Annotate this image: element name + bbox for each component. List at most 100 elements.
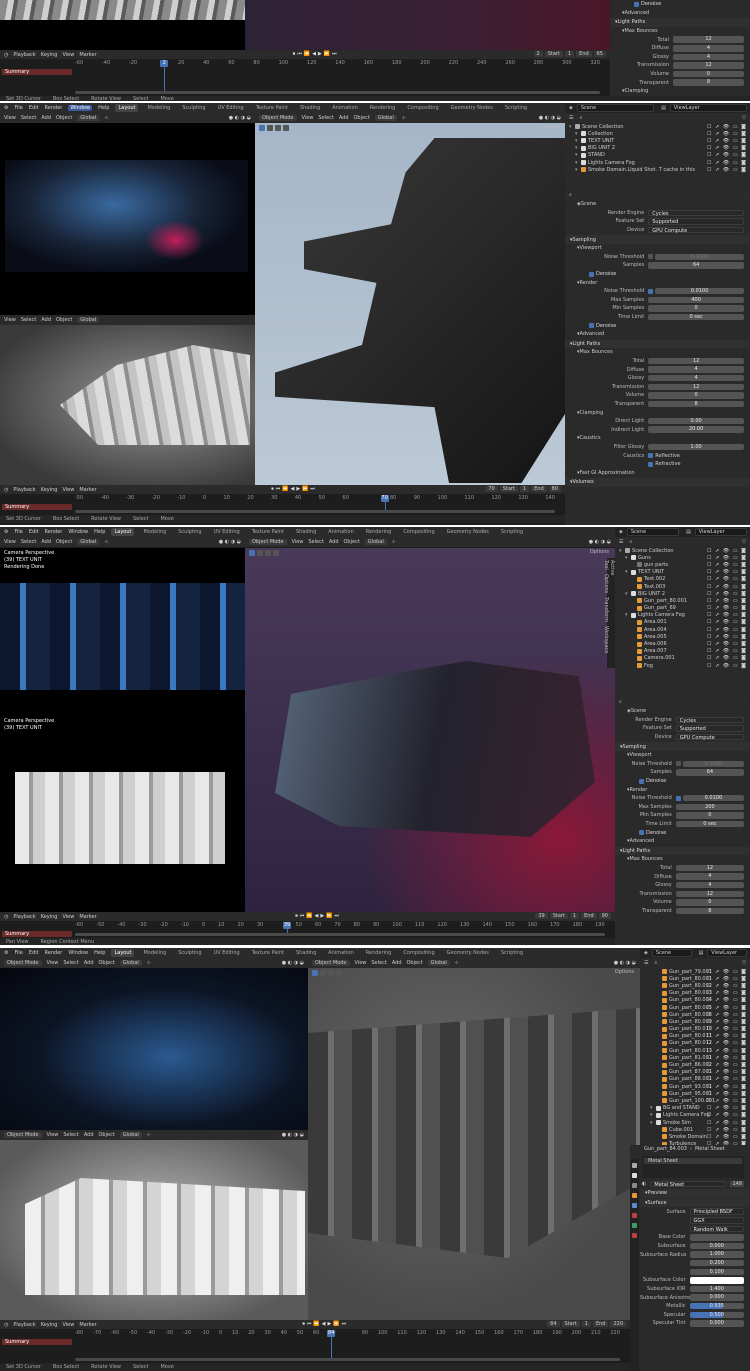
- current-frame-indicator[interactable]: 2: [160, 60, 169, 67]
- clay-viewport[interactable]: Object Mode View Select Add Object Global ⊹ ● ◐…: [0, 1130, 308, 1320]
- outliner-item[interactable]: ▾ TEXT UNIT ☐ ➚ 👁 ▭ ◙: [615, 569, 750, 576]
- transform-orientation-dropdown[interactable]: Global: [77, 539, 100, 545]
- number-field[interactable]: 12: [648, 383, 744, 391]
- property-glossy[interactable]: Glossy 4: [565, 374, 750, 383]
- checkbox-icon[interactable]: [675, 761, 681, 767]
- menu-window[interactable]: Window: [68, 529, 88, 535]
- section-header-sampling[interactable]: ▾ Sampling: [565, 235, 750, 244]
- dropdown[interactable]: Supported: [675, 725, 744, 732]
- outliner-item[interactable]: Gun_part_80.004 ☐ ➚ 👁 ▭ ◙: [640, 997, 750, 1004]
- checkbox-denoise[interactable]: Denoise: [565, 321, 750, 330]
- outliner-item[interactable]: Gun_part_86.002 ☐ ➚ 👁 ▭ ◙: [640, 1061, 750, 1068]
- section-header-light-paths[interactable]: ▾ Light Paths: [610, 18, 750, 27]
- outliner-item[interactable]: ▾ STAND ☐ ➚ 👁 ▭ ◙: [565, 152, 750, 159]
- property-feature-set[interactable]: Feature Set Supported: [615, 724, 750, 733]
- number-field[interactable]: 0: [673, 70, 744, 78]
- blender-logo-icon[interactable]: ⚙: [4, 529, 8, 535]
- outliner-item[interactable]: ▾ Guns ☐ ➚ 👁 ▭ ◙: [615, 554, 750, 561]
- property-subsurface-anisotropy[interactable]: Subsurface Anisotropy 0.000: [640, 1293, 750, 1302]
- outliner-item[interactable]: Area.007 ☐ ➚ 👁 ▭ ◙: [615, 648, 750, 655]
- tab-geometry-nodes[interactable]: Geometry Nodes: [444, 528, 492, 536]
- frame-ruler[interactable]: -50 -40 -30 -20 -10 0 10 20 30 40 50 60 7080 90 100 110…: [75, 495, 555, 502]
- visibility-toggles-icon[interactable]: ☐ ➚ 👁 ▭ ◙: [707, 1055, 747, 1061]
- property-direct-light[interactable]: Direct Light 0.00: [565, 417, 750, 426]
- scene-selector[interactable]: Scene: [626, 528, 680, 536]
- search-icon[interactable]: ⌕: [629, 539, 632, 545]
- section-header-preview[interactable]: ▾ Preview: [640, 1189, 750, 1198]
- property-specular-tint[interactable]: Specular Tint 0.000: [640, 1319, 750, 1328]
- number-field[interactable]: 0: [675, 899, 744, 906]
- subpanel-header-caustics[interactable]: ▾ Caustics: [565, 434, 750, 443]
- timeline[interactable]: ◷ Playback Keying View Marker ⏹ ⏮ ⏪ ◀ ▶ ⏩ ⏭ 84 Start 1…: [0, 1320, 630, 1363]
- outliner-item[interactable]: Text.002 ☐ ➚ 👁 ▭ ◙: [615, 576, 750, 583]
- view-menu[interactable]: View: [62, 487, 74, 493]
- add-menu[interactable]: Add: [41, 539, 51, 545]
- outliner-item[interactable]: Cube.001 ☐ ➚ 👁 ▭ ◙: [640, 1126, 750, 1133]
- section-header-surface[interactable]: ▾ Surface: [640, 1198, 750, 1208]
- current-frame-field[interactable]: 70: [485, 486, 498, 492]
- checkbox-denoise[interactable]: Denoise: [615, 828, 750, 837]
- visibility-toggles-icon[interactable]: ☐ ➚ 👁 ▭ ◙: [707, 655, 747, 661]
- property-glossy[interactable]: Glossy 4: [610, 53, 750, 62]
- tab-sculpting[interactable]: Sculpting: [175, 528, 204, 536]
- property-max-samples[interactable]: Max Samples 400: [565, 296, 750, 305]
- add-menu[interactable]: Add: [41, 115, 51, 121]
- property-diffuse[interactable]: Diffuse 4: [610, 44, 750, 53]
- checkbox-icon[interactable]: [634, 1, 639, 7]
- menu-file[interactable]: File: [14, 529, 22, 535]
- sidebar-tab[interactable]: Transform: [603, 597, 609, 622]
- keying-menu[interactable]: Keying: [41, 52, 58, 58]
- editor-type-icon[interactable]: ◷: [4, 487, 8, 493]
- filter-icon[interactable]: ▽: [742, 115, 746, 121]
- properties-tab-icon[interactable]: [632, 1213, 637, 1218]
- view-menu[interactable]: View: [4, 115, 16, 121]
- tab-sculpting[interactable]: Sculpting: [179, 104, 208, 112]
- property-min-samples[interactable]: Min Samples 0: [615, 811, 750, 820]
- number-field[interactable]: 0.00: [648, 417, 744, 425]
- main-3d-viewport[interactable]: Options: [308, 968, 640, 1320]
- search-icon[interactable]: ⌕: [654, 960, 657, 966]
- tab-modeling[interactable]: Modeling: [144, 104, 173, 112]
- outliner-item[interactable]: Gun_part_80.009 ☐ ➚ 👁 ▭ ◙: [640, 1018, 750, 1025]
- subpanel-header-advanced[interactable]: ▾ Advanced: [615, 837, 750, 846]
- select-menu[interactable]: Select: [63, 1132, 78, 1138]
- outliner-item[interactable]: Area.006 ☐ ➚ 👁 ▭ ◙: [615, 640, 750, 647]
- timeline-scrollbar[interactable]: [75, 510, 555, 513]
- view-menu[interactable]: View: [4, 539, 16, 545]
- number-field[interactable]: 64: [648, 262, 744, 269]
- outliner-item[interactable]: Gun_part_81.001 ☐ ➚ 👁 ▭ ◙: [640, 1054, 750, 1061]
- visibility-toggles-icon[interactable]: ☐ ➚ 👁 ▭ ◙: [707, 619, 747, 625]
- sidebar-tab[interactable]: Workspace: [603, 626, 609, 653]
- menu-file[interactable]: File: [14, 105, 22, 111]
- shading-modes[interactable]: ● ◐ ◑ ◒: [614, 960, 636, 966]
- property-base-color[interactable]: Base Color: [640, 1233, 750, 1242]
- number-field[interactable]: 200: [675, 803, 744, 811]
- property-noise-threshold[interactable]: Noise Threshold 0.0100: [565, 287, 750, 296]
- visibility-toggles-icon[interactable]: ☐ ➚ 👁 ▭ ◙: [707, 598, 747, 604]
- subpanel-header-fast-gi-approximation[interactable]: ▾ Fast GI Approximation: [565, 468, 750, 477]
- tab-scripting[interactable]: Scripting: [498, 949, 526, 957]
- visibility-toggles-icon[interactable]: ☐ ➚ 👁 ▭ ◙: [707, 627, 747, 633]
- expand-arrow-icon[interactable]: ▾: [569, 124, 573, 130]
- property-subsurface-ior[interactable]: Subsurface IOR 1.400: [640, 1285, 750, 1294]
- visibility-toggles-icon[interactable]: ☐ ➚ 👁 ▭ ◙: [707, 1005, 747, 1011]
- number-field[interactable]: 8: [673, 79, 744, 86]
- frame-ruler[interactable]: -60-40-202204060801001201401601802002202…: [75, 60, 600, 67]
- snap-icon[interactable]: ⊹: [402, 115, 406, 121]
- object-mode-dropdown[interactable]: Object Mode: [249, 539, 287, 545]
- outliner-item[interactable]: Text.003 ☐ ➚ 👁 ▭ ◙: [615, 583, 750, 590]
- render-preview-viewport[interactable]: Camera Perspective (39) TEXT UNIT Renderin…: [0, 548, 245, 715]
- add-menu[interactable]: Add: [41, 317, 51, 323]
- outliner-item[interactable]: ▾ Lights Camera Fog ☐ ➚ 👁 ▭ ◙: [640, 1112, 750, 1119]
- playback-jump-start-icon[interactable]: ⏮: [297, 51, 302, 57]
- visibility-toggles-icon[interactable]: ☐ ➚ 👁 ▭ ◙: [707, 1098, 747, 1104]
- properties-tab-icon[interactable]: [632, 1233, 637, 1238]
- number-field[interactable]: 0.0100: [655, 287, 744, 295]
- property-0-100[interactable]: 0.100: [640, 1268, 750, 1277]
- summary-channel[interactable]: Summary: [2, 931, 72, 937]
- property-diffuse[interactable]: Diffuse 4: [615, 872, 750, 881]
- number-field[interactable]: 1.00: [648, 443, 744, 451]
- properties-tab-icon[interactable]: [632, 1193, 637, 1198]
- number-field[interactable]: 0.935: [689, 1302, 744, 1310]
- outliner-item[interactable]: ▾ BIG UNIT 2 ☐ ➚ 👁 ▭ ◙: [565, 145, 750, 152]
